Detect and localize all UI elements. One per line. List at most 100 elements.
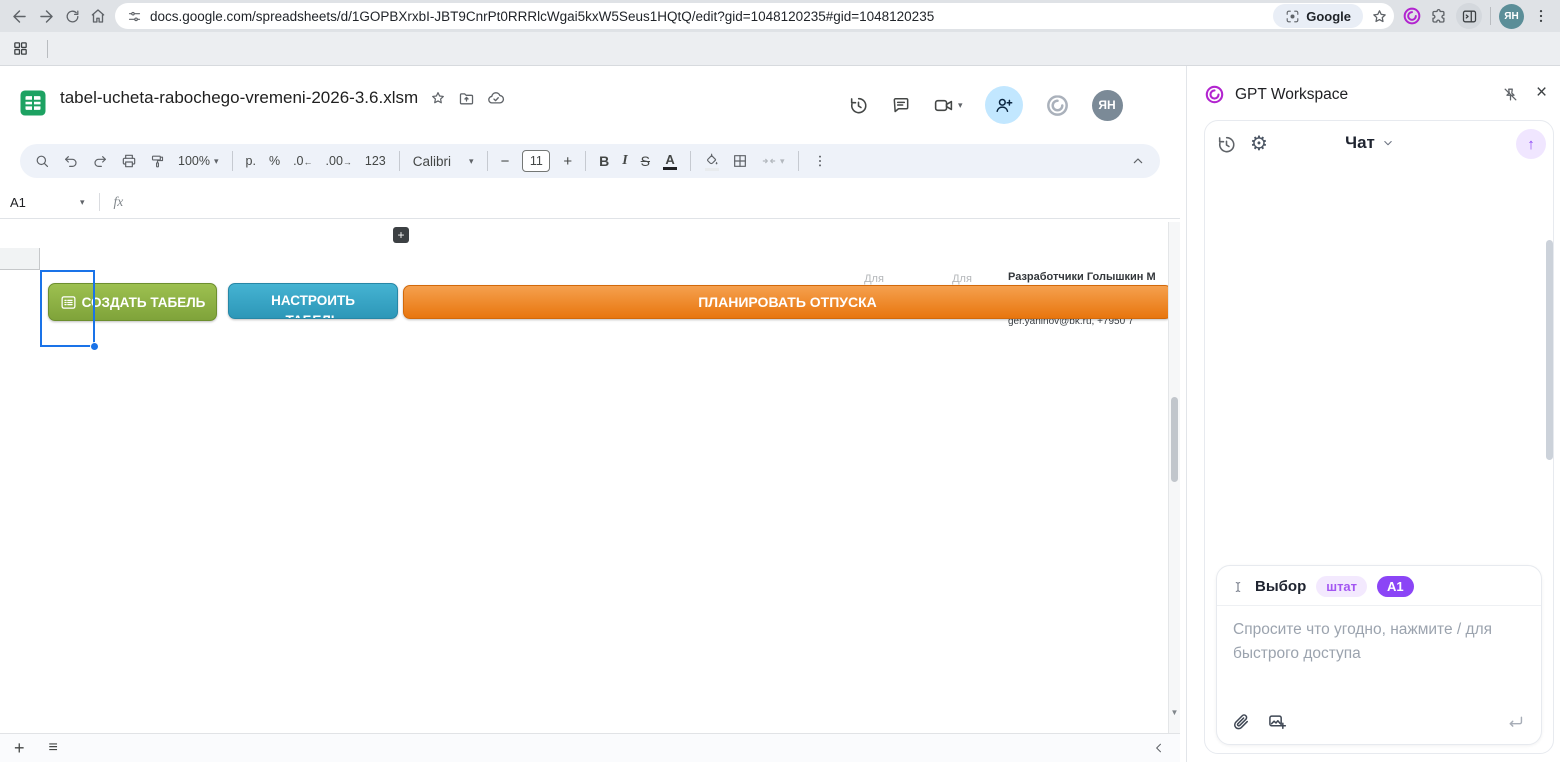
apps-grid-icon[interactable] [12,40,29,57]
bold-button[interactable]: B [599,153,609,169]
close-panel-icon[interactable]: × [1536,82,1547,104]
lens-icon [1285,9,1300,24]
increase-decimal-button[interactable]: .00→ [326,154,352,168]
gpt-workspace-addon-icon[interactable] [1045,93,1070,118]
fill-handle[interactable] [90,342,99,351]
scroll-down-icon[interactable]: ▼ [1169,708,1180,717]
google-lens-chip[interactable]: Google [1273,4,1363,28]
send-enter-icon[interactable] [1506,713,1525,732]
selection-outline [40,270,95,347]
undo-icon[interactable] [63,153,79,169]
italic-button[interactable]: I [622,153,627,169]
fill-color-icon [704,152,719,167]
sheets-avatar[interactable]: ЯН [1092,90,1123,121]
note-n: Для [934,273,990,285]
configure-tabel-button[interactable]: НАСТРОИТЬ ТАБЕЛЬ [228,283,398,319]
chat-history-icon[interactable] [1216,134,1237,155]
borders-icon[interactable] [732,153,748,169]
font-select[interactable]: Calibri▾ [413,154,474,169]
unpin-icon[interactable] [1502,86,1519,103]
note-m: Для [846,273,902,285]
all-sheets-icon[interactable]: ≡ [49,739,58,757]
side-panel-icon [1461,8,1478,25]
panel-divider [1186,66,1187,762]
chat-input[interactable]: Спросите что угодно, нажмите / для быстр… [1217,606,1529,678]
print-icon[interactable] [121,153,137,169]
lens-label: Google [1306,9,1351,24]
merge-cells-button[interactable]: ▾ [761,153,785,169]
bookmark-star-icon[interactable] [1371,8,1388,25]
chevron-down-icon [1381,136,1395,150]
sheets-toolbar: 100%▾ р. % .0← .00→ 123 Calibri▾ − 11 + … [20,144,1160,178]
expand-hidden-columns-button[interactable]: + [393,227,409,243]
panel-scrollbar-thumb[interactable] [1546,240,1553,460]
up-arrow-icon: ↑ [1527,136,1535,153]
sheets-logo[interactable] [18,88,48,118]
home-icon[interactable] [89,7,107,25]
fill-color-button[interactable] [704,152,719,171]
spreadsheet-grid[interactable]: + Для Для Разработчики Голышкин М ger.ya… [0,222,1180,733]
gpt-panel-title: GPT Workspace [1235,86,1348,104]
selection-label: Выбор [1255,578,1306,595]
divider [47,40,48,58]
sheet-scrollbar[interactable]: ▼ [1168,222,1180,733]
star-document-icon[interactable] [430,90,446,106]
side-panel-button[interactable] [1456,3,1482,29]
number-format-button[interactable]: 123 [365,154,386,168]
extensions-puzzle-icon[interactable] [1430,7,1448,25]
comments-icon[interactable] [891,95,911,115]
name-box[interactable]: A1 [0,195,80,210]
zoom-select[interactable]: 100%▾ [178,154,219,168]
version-history-icon[interactable] [848,95,869,116]
redo-icon[interactable] [92,153,108,169]
browser-avatar[interactable]: ЯН [1499,4,1524,29]
developer-note-line1: Разработчики Голышкин М [1008,271,1170,283]
scrollbar-thumb[interactable] [1171,397,1178,482]
url-bar[interactable]: docs.google.com/spreadsheets/d/1GOPBXrxb… [115,3,1394,29]
add-sheet-icon[interactable]: + [14,738,25,759]
browser-topbar: docs.google.com/spreadsheets/d/1GOPBXrxb… [0,0,1560,32]
selection-sheet-badge[interactable]: штат [1316,576,1367,597]
search-icon[interactable] [34,153,50,169]
text-cursor-icon [1231,580,1245,594]
sheet-tab-bar: + ≡ [0,733,1180,762]
document-title[interactable]: tabel-ucheta-rabochego-vremeni-2026-3.6.… [60,88,418,108]
percent-format-button[interactable]: % [269,154,280,168]
forward-icon[interactable] [37,7,56,26]
text-color-button[interactable]: A [663,153,677,170]
font-size-input[interactable]: 11 [522,150,550,172]
person-add-icon [994,95,1014,115]
screen: docs.google.com/spreadsheets/d/1GOPBXrxb… [0,0,1560,762]
attach-icon[interactable] [1231,712,1251,732]
meet-button[interactable]: ▾ [933,95,963,116]
formula-input[interactable] [123,186,1180,218]
decrease-font-size-button[interactable]: − [501,153,510,170]
toolbar-more-icon[interactable] [812,153,828,169]
collapse-toolbar-icon[interactable] [1130,153,1146,169]
selection-cell-badge[interactable]: A1 [1377,576,1414,597]
share-button[interactable] [985,86,1023,124]
divider [1490,7,1491,25]
tab-scroll-left-icon[interactable] [1152,741,1166,755]
site-info-icon[interactable] [127,9,142,24]
url-text[interactable]: docs.google.com/spreadsheets/d/1GOPBXrxb… [150,9,1265,24]
back-icon[interactable] [10,7,29,26]
decrease-decimal-button[interactable]: .0← [293,154,312,168]
gpt-panel-header: GPT Workspace [1204,84,1348,105]
add-image-icon[interactable] [1267,712,1287,732]
name-box-chevron-icon[interactable]: ▾ [80,197,85,208]
mode-select[interactable]: Чат [1300,133,1440,153]
plan-vacations-button[interactable]: ПЛАНИРОВАТЬ ОТПУСКА [403,285,1172,319]
increase-font-size-button[interactable]: + [563,153,572,170]
strikethrough-button[interactable]: S [641,153,650,169]
reload-icon[interactable] [64,8,81,25]
browser-menu-icon[interactable] [1532,7,1550,25]
gpt-extension-icon[interactable] [1402,6,1422,26]
paint-format-icon[interactable] [150,154,165,169]
formula-bar: A1 ▾ fx [0,186,1180,219]
currency-format-button[interactable]: р. [246,154,256,168]
move-folder-icon[interactable] [458,90,475,107]
scroll-top-button[interactable]: ↑ [1516,129,1546,159]
select-all-corner[interactable] [0,248,40,270]
settings-gear-icon[interactable]: ⚙ [1250,131,1268,156]
